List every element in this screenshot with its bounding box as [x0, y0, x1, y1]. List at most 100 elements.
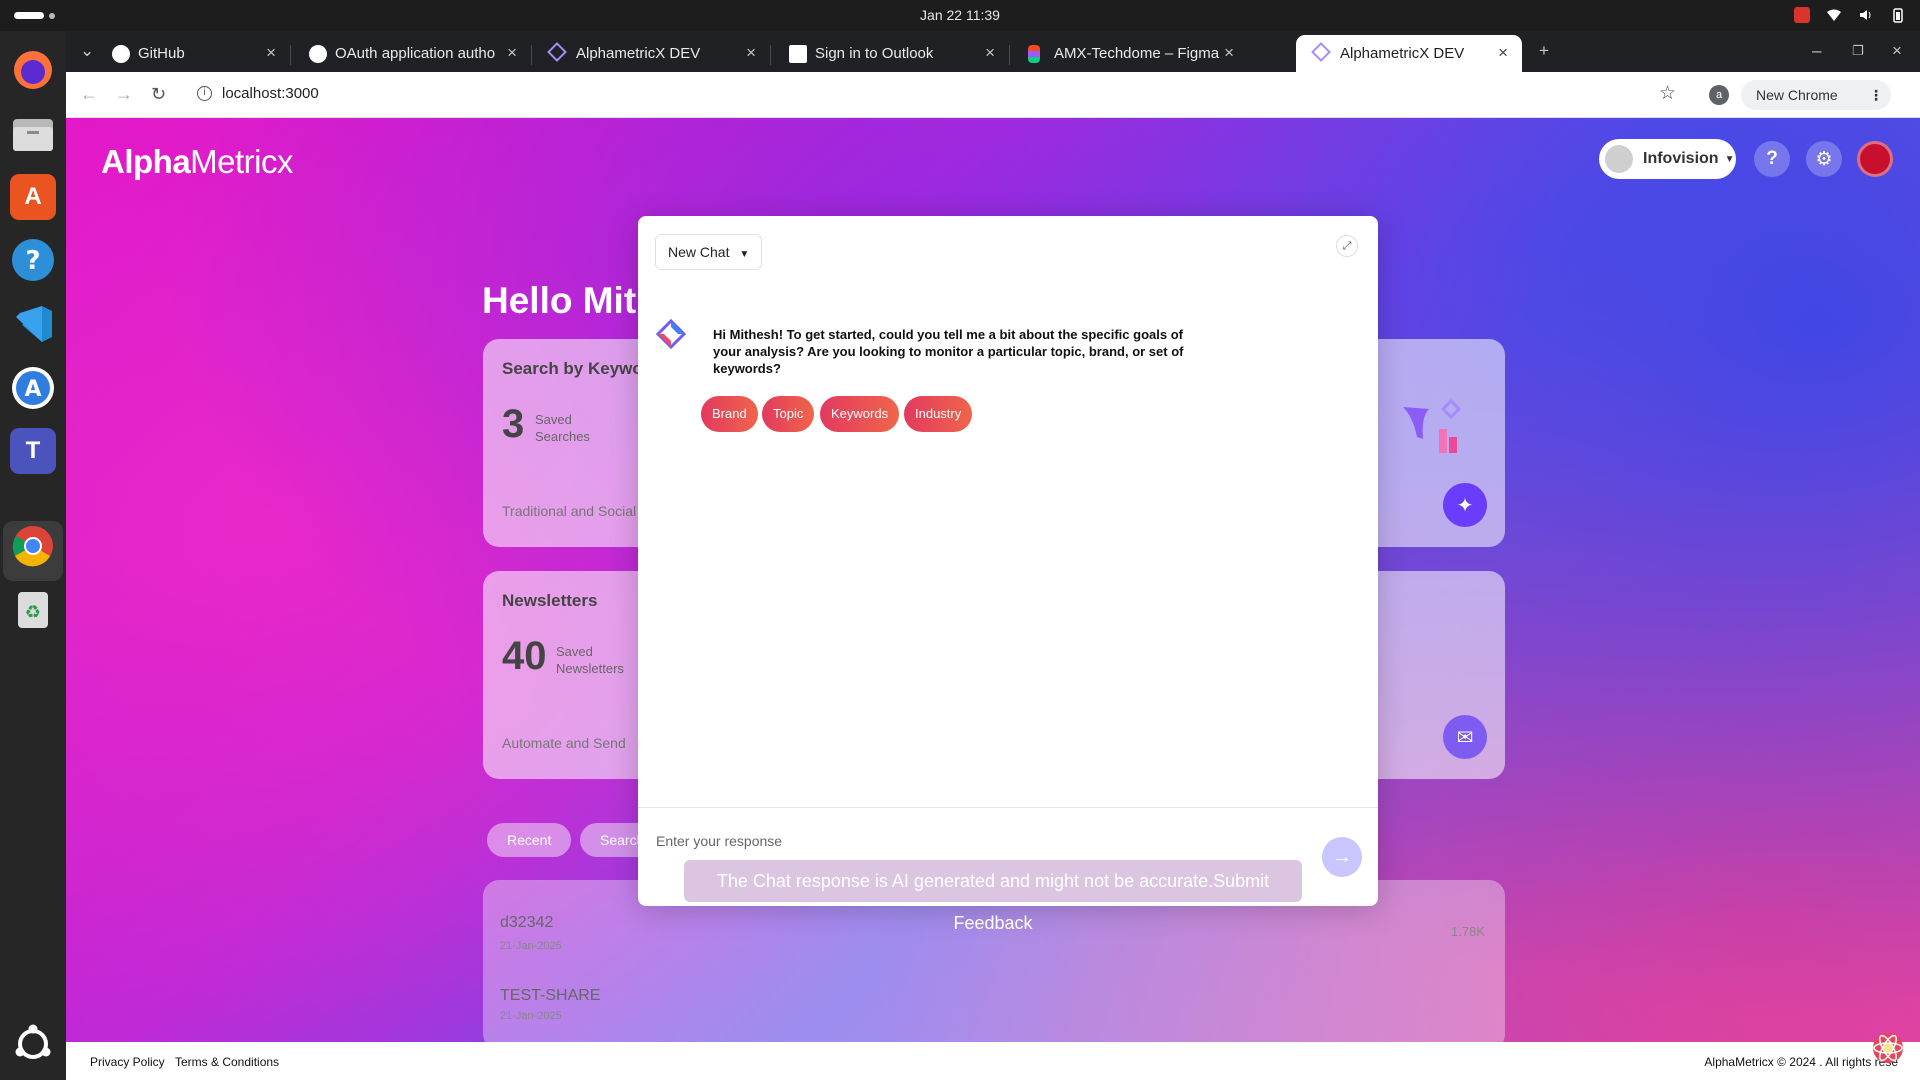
- list-item-value: 1.78K: [1451, 924, 1485, 939]
- tab-figma[interactable]: AMX-Techdome – Figma ×: [1010, 35, 1248, 72]
- new-chat-dropdown[interactable]: New Chat ▼: [655, 234, 763, 270]
- teams-tray-icon[interactable]: [1794, 7, 1810, 23]
- option-chip-brand[interactable]: Brand: [701, 396, 758, 432]
- ubuntu-icon[interactable]: [10, 1021, 56, 1067]
- page-footer: Privacy Policy Terms & Conditions AlphaM…: [66, 1042, 1920, 1080]
- count-label: Searches: [535, 429, 590, 444]
- new-tab-icon[interactable]: +: [1539, 41, 1549, 61]
- app-store-icon[interactable]: A: [10, 365, 56, 411]
- system-tray[interactable]: [1794, 7, 1906, 23]
- card-subtitle: Traditional and Social: [502, 503, 637, 519]
- org-switcher[interactable]: Infovision ▼: [1599, 139, 1736, 179]
- outlook-icon: [789, 45, 807, 63]
- svg-text:♻: ♻: [25, 602, 41, 623]
- github-icon: [112, 45, 130, 63]
- ai-disclaimer-toast[interactable]: The Chat response is AI generated and mi…: [684, 860, 1302, 933]
- tab-label: AlphametricX DEV: [1340, 45, 1465, 62]
- close-tab-icon[interactable]: ×: [1224, 43, 1234, 63]
- files-icon[interactable]: [10, 111, 56, 157]
- tab-alphametricx-dev-active[interactable]: AlphametricX DEV ×: [1296, 35, 1522, 72]
- tab-oauth[interactable]: OAuth application autho ×: [291, 35, 531, 72]
- close-tab-icon[interactable]: ×: [985, 43, 995, 63]
- react-devtools-icon[interactable]: [1870, 1030, 1906, 1066]
- count-label: Newsletters: [556, 661, 624, 676]
- firefox-icon[interactable]: [10, 47, 56, 93]
- help-icon[interactable]: ?: [10, 237, 56, 283]
- saved-searches-count: 3: [502, 402, 525, 446]
- send-button[interactable]: →: [1322, 837, 1362, 877]
- tab-label: GitHub: [138, 45, 185, 62]
- browser-tab-strip: ⌄ GitHub × OAuth application autho × Alp…: [66, 31, 1920, 72]
- system-clock[interactable]: Jan 22 11:39: [0, 7, 1920, 23]
- org-name: Infovision: [1643, 150, 1719, 167]
- chrome-icon[interactable]: [10, 523, 56, 569]
- chrome-menu-icon[interactable]: ⋮: [1869, 80, 1883, 110]
- list-item-title[interactable]: d32342: [500, 914, 553, 932]
- site-info-icon[interactable]: i: [197, 86, 212, 101]
- close-window-icon[interactable]: ×: [1892, 41, 1902, 61]
- system-top-bar: Jan 22 11:39: [0, 0, 1920, 31]
- address-url[interactable]: localhost:3000: [222, 85, 319, 102]
- ai-sparkle-button[interactable]: ✦: [1443, 483, 1487, 527]
- tab-alphametricx-dev[interactable]: AlphametricX DEV ×: [532, 35, 770, 72]
- option-chip-topic[interactable]: Topic: [762, 396, 815, 432]
- help-button[interactable]: ?: [1754, 141, 1790, 177]
- option-chip-industry[interactable]: Industry: [904, 396, 973, 432]
- tab-search-chevron-icon[interactable]: ⌄: [80, 41, 94, 61]
- card-title: Newsletters: [502, 591, 598, 610]
- bookmark-star-icon[interactable]: ☆: [1659, 82, 1676, 105]
- forward-icon[interactable]: →: [115, 84, 133, 105]
- newsletter-action-button[interactable]: ✉: [1443, 715, 1487, 759]
- assistant-message: Hi Mithesh! To get started, could you te…: [713, 327, 1184, 376]
- tab-github[interactable]: GitHub ×: [94, 35, 290, 72]
- settings-button[interactable]: ⚙: [1806, 141, 1842, 177]
- svg-text:?: ?: [25, 246, 40, 276]
- tab-label: AMX-Techdome – Figma: [1054, 45, 1220, 62]
- app-center-icon[interactable]: A: [10, 174, 56, 220]
- volume-icon[interactable]: [1858, 7, 1874, 23]
- terms-link[interactable]: Terms & Conditions: [175, 1055, 279, 1069]
- app-page: AlphaMetricx Infovision ▼ ? ⚙ Hello Mith…: [66, 118, 1920, 1042]
- restore-window-icon[interactable]: ❐: [1852, 43, 1864, 59]
- close-tab-icon[interactable]: ×: [266, 43, 276, 63]
- reload-icon[interactable]: ↻: [151, 84, 166, 105]
- teams-icon[interactable]: T: [10, 428, 56, 474]
- back-icon[interactable]: ←: [80, 84, 98, 105]
- close-tab-icon[interactable]: ×: [746, 43, 756, 63]
- tab-recent[interactable]: Recent: [487, 823, 572, 857]
- org-avatar-icon: [1605, 145, 1633, 173]
- chat-modal: New Chat ▼ ⤢ Hi Mithesh! To get started,…: [638, 216, 1378, 906]
- close-tab-icon[interactable]: ×: [1498, 43, 1508, 63]
- vscode-icon[interactable]: [10, 301, 56, 347]
- alphametricx-icon: [547, 42, 567, 62]
- user-avatar[interactable]: [1857, 141, 1893, 177]
- minimize-window-icon[interactable]: –: [1812, 41, 1821, 61]
- expand-icon[interactable]: ⤢: [1336, 235, 1358, 257]
- tab-outlook[interactable]: Sign in to Outlook ×: [771, 35, 1009, 72]
- figma-icon: [1028, 45, 1040, 63]
- new-chrome-available-button[interactable]: New Chrome available⋮: [1741, 80, 1891, 133]
- copyright-text: AlphaMetricx © 2024 . All rights rese: [1704, 1055, 1898, 1069]
- alphametricx-logo[interactable]: AlphaMetricx: [101, 143, 294, 181]
- wifi-icon[interactable]: [1826, 7, 1842, 23]
- github-icon: [309, 45, 327, 63]
- gear-icon: ⚙: [1815, 148, 1833, 170]
- saved-searches-label: Saved Searches: [535, 411, 590, 445]
- option-chip-keywords[interactable]: Keywords: [820, 396, 900, 432]
- list-item-title[interactable]: TEST-SHARE: [500, 987, 600, 1005]
- battery-icon[interactable]: [1890, 7, 1906, 23]
- chat-response-input[interactable]: [656, 833, 1296, 849]
- arrow-right-icon: →: [1332, 845, 1352, 868]
- list-item-date: 21-Jan-2025: [500, 1010, 562, 1022]
- card-subtitle: Automate and Send: [502, 735, 626, 751]
- trash-icon[interactable]: ♻: [10, 586, 56, 632]
- profile-avatar[interactable]: a: [1709, 85, 1729, 105]
- privacy-policy-link[interactable]: Privacy Policy: [90, 1055, 165, 1069]
- application-dock: A ? A T ♻: [0, 31, 66, 1080]
- tab-label: OAuth application autho: [335, 45, 496, 62]
- close-tab-icon[interactable]: ×: [507, 43, 517, 63]
- alphametricx-icon: [1311, 42, 1331, 62]
- dropdown-label: New Chat: [668, 244, 730, 260]
- chevron-down-icon: ▼: [739, 249, 750, 260]
- greeting-heading: Hello Mith: [482, 280, 659, 321]
